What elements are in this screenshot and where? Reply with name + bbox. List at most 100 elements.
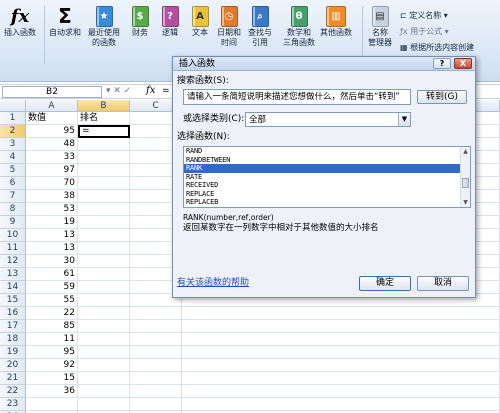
row-header[interactable]: 1 [0, 112, 26, 125]
cell-rest[interactable] [182, 346, 500, 359]
cell-rest[interactable] [182, 372, 500, 385]
select-all-corner[interactable] [0, 100, 26, 112]
cell-b[interactable] [78, 177, 130, 190]
row-header[interactable]: 21 [0, 372, 26, 385]
cell-b[interactable] [78, 268, 130, 281]
row-header[interactable]: 4 [0, 151, 26, 164]
row-header[interactable]: 9 [0, 216, 26, 229]
search-input[interactable]: 请输入一条简短说明来描述您想做什么，然后单击“转到” [183, 89, 411, 105]
row-header[interactable]: 12 [0, 255, 26, 268]
cell-b[interactable] [78, 203, 130, 216]
cell-b[interactable] [78, 151, 130, 164]
cell-a[interactable]: 30 [26, 255, 78, 268]
row-header[interactable]: 7 [0, 190, 26, 203]
cell-b[interactable] [78, 164, 130, 177]
cell-a[interactable]: 55 [26, 294, 78, 307]
function-list-item[interactable]: REPLACE [184, 190, 470, 199]
cell-b[interactable] [78, 216, 130, 229]
chevron-down-icon[interactable]: ▼ [398, 113, 410, 126]
cell-b[interactable] [78, 307, 130, 320]
cell-c[interactable] [130, 359, 182, 372]
define-name-button[interactable]: ⊏ 定义名称 ▾ [400, 10, 448, 21]
column-header-b[interactable]: B [78, 100, 130, 112]
row-header[interactable]: 15 [0, 294, 26, 307]
math-button[interactable]: θ 数学和 三角函数 [283, 4, 315, 48]
cell-a[interactable]: 95 [26, 346, 78, 359]
close-icon[interactable]: X [454, 58, 472, 69]
cell-a[interactable]: 92 [26, 359, 78, 372]
function-list-scrollbar[interactable]: ▲ ▼ [460, 147, 470, 207]
cell-b[interactable] [78, 385, 130, 398]
function-list-item[interactable]: RAND [184, 147, 470, 156]
cell-b[interactable] [78, 333, 130, 346]
category-select[interactable]: 全部 ▼ [245, 112, 411, 127]
cell-a[interactable]: 95 [26, 125, 78, 138]
scroll-thumb[interactable] [462, 178, 469, 188]
cell-b[interactable] [78, 372, 130, 385]
cell-b[interactable] [78, 359, 130, 372]
cell-a[interactable]: 13 [26, 229, 78, 242]
cell-rest[interactable] [182, 320, 500, 333]
function-list-item[interactable]: RECEIVED [184, 181, 470, 190]
row-header[interactable]: 5 [0, 164, 26, 177]
cell-rest[interactable] [182, 307, 500, 320]
cell-c[interactable] [130, 398, 182, 411]
scroll-up-icon[interactable]: ▲ [461, 147, 470, 156]
row-header[interactable]: 14 [0, 281, 26, 294]
lookup-button[interactable]: ⌕ 查找与 引用 [248, 4, 272, 48]
cell-a[interactable]: 38 [26, 190, 78, 203]
cell-rest[interactable] [182, 333, 500, 346]
function-list-item[interactable]: RATE [184, 173, 470, 182]
cell-a[interactable]: 53 [26, 203, 78, 216]
cell-b1-header[interactable]: 排名 [78, 112, 130, 125]
cancel-button[interactable]: 取消 [417, 276, 469, 291]
cell-rest[interactable] [182, 359, 500, 372]
cell-b[interactable] [78, 229, 130, 242]
cell-rest[interactable] [182, 385, 500, 398]
row-header[interactable]: 20 [0, 359, 26, 372]
insert-function-button[interactable]: fx 插入函数 [4, 4, 36, 38]
function-list-item[interactable]: RANK [184, 164, 470, 173]
cell-c[interactable] [130, 320, 182, 333]
row-header[interactable]: 22 [0, 385, 26, 398]
cell-a[interactable]: 97 [26, 164, 78, 177]
recent-functions-button[interactable]: ★ 最近使用 的函数 [88, 4, 120, 48]
cell-rest[interactable] [182, 398, 500, 411]
cell-c[interactable] [130, 385, 182, 398]
row-header[interactable]: 13 [0, 268, 26, 281]
cell-a[interactable] [26, 398, 78, 411]
cell-a[interactable]: 59 [26, 281, 78, 294]
datetime-button[interactable]: ◷ 日期和 时间 [217, 4, 241, 48]
text-button[interactable]: A 文本 [190, 4, 210, 38]
cell-b[interactable] [78, 190, 130, 203]
cell-a[interactable]: 15 [26, 372, 78, 385]
cancel-enter-icons[interactable]: ▾ ✕ ✓ [106, 86, 131, 96]
row-header[interactable]: 10 [0, 229, 26, 242]
cell-a[interactable]: 36 [26, 385, 78, 398]
cell-a1-header[interactable]: 数值 [26, 112, 78, 125]
cell-a[interactable]: 61 [26, 268, 78, 281]
row-header[interactable]: 16 [0, 307, 26, 320]
row-header[interactable]: 19 [0, 346, 26, 359]
row-header[interactable]: 8 [0, 203, 26, 216]
row-header[interactable]: 2 [0, 125, 26, 138]
name-box[interactable]: B2 [2, 86, 102, 98]
autosum-button[interactable]: Σ 自动求和 [49, 4, 81, 38]
row-header[interactable]: 23 [0, 398, 26, 411]
help-icon[interactable]: ? [433, 58, 451, 69]
name-manager-button[interactable]: ▤ 名称 管理器 [368, 4, 392, 48]
scroll-down-icon[interactable]: ▼ [461, 198, 470, 207]
create-from-selection-button[interactable]: ▦ 根据所选内容创建 [400, 42, 474, 53]
cell-c[interactable] [130, 333, 182, 346]
cell-a[interactable]: 19 [26, 216, 78, 229]
cell-a[interactable]: 22 [26, 307, 78, 320]
cell-b[interactable] [78, 242, 130, 255]
formula-content[interactable]: = [162, 86, 170, 96]
cell-a[interactable]: 48 [26, 138, 78, 151]
financial-button[interactable]: $ 财务 [130, 4, 150, 38]
cell-a[interactable]: 85 [26, 320, 78, 333]
function-list-item[interactable]: RANDBETWEEN [184, 156, 470, 165]
cell-b[interactable] [78, 320, 130, 333]
cell-b[interactable] [78, 346, 130, 359]
cell-b[interactable] [78, 138, 130, 151]
